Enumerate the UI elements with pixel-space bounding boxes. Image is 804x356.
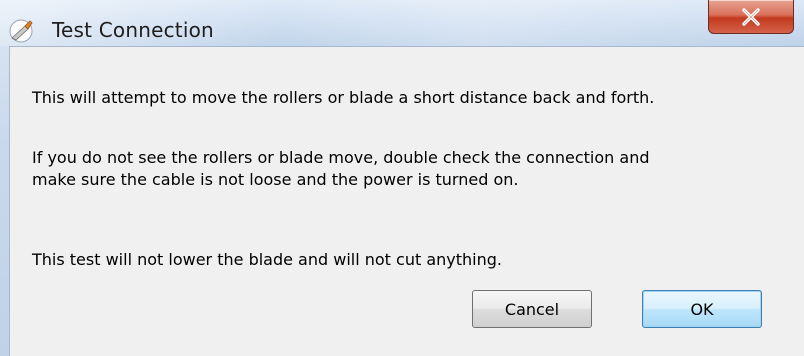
message-line-3: This test will not lower the blade and w… <box>32 250 502 269</box>
message-line-1: This will attempt to move the rollers or… <box>32 88 655 107</box>
close-button[interactable] <box>708 0 794 34</box>
message-line-2: If you do not see the rollers or blade m… <box>32 147 649 191</box>
window-title: Test Connection <box>52 18 214 42</box>
message-line-2a: If you do not see the rollers or blade m… <box>32 148 650 167</box>
knife-icon <box>8 18 34 44</box>
title-bar[interactable]: Test Connection <box>0 0 804 46</box>
cancel-button[interactable]: Cancel <box>472 290 592 328</box>
close-icon <box>742 7 760 26</box>
dialog-window: Test Connection This will attempt to mov… <box>0 0 804 356</box>
ok-button[interactable]: OK <box>642 290 762 328</box>
dialog-content: This will attempt to move the rollers or… <box>9 46 804 356</box>
message-line-2b: make sure the cable is not loose and the… <box>32 170 519 189</box>
